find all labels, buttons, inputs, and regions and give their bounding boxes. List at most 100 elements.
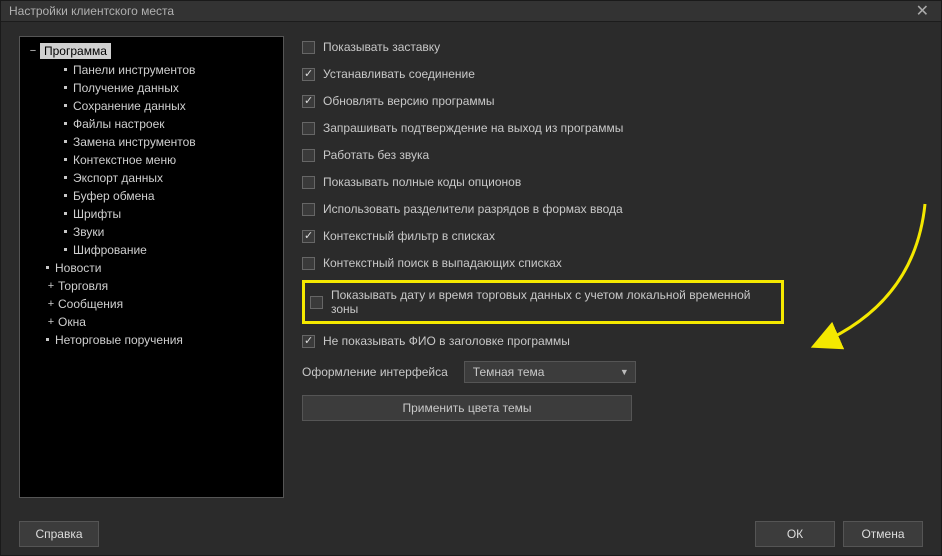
theme-label: Оформление интерфейса — [302, 365, 448, 379]
option-label: Показывать полные коды опционов — [323, 175, 521, 189]
bullet-icon — [64, 230, 67, 233]
bullet-icon — [64, 194, 67, 197]
checkbox[interactable] — [310, 296, 323, 309]
settings-tree[interactable]: − Программа Панели инструментов Получение… — [19, 36, 284, 498]
tree-label: Шрифты — [73, 207, 121, 221]
dialog-body: − Программа Панели инструментов Получение… — [1, 22, 941, 512]
button-label: ОК — [787, 527, 803, 541]
option-label: Работать без звука — [323, 148, 429, 162]
option-row[interactable]: Запрашивать подтверждение на выход из пр… — [302, 121, 927, 135]
option-row[interactable]: Устанавливать соединение — [302, 67, 927, 81]
tree-node[interactable]: Буфер обмена — [22, 187, 281, 205]
bullet-icon — [64, 68, 67, 71]
tree-label: Замена инструментов — [73, 135, 196, 149]
bullet-icon — [64, 122, 67, 125]
option-row[interactable]: Обновлять версию программы — [302, 94, 927, 108]
window-title: Настройки клиентского места — [9, 4, 174, 18]
button-label: Отмена — [861, 527, 904, 541]
option-label: Не показывать ФИО в заголовке программы — [323, 334, 570, 348]
tree-label: Сообщения — [58, 297, 123, 311]
bullet-icon — [64, 158, 67, 161]
option-label: Использовать разделители разрядов в форм… — [323, 202, 623, 216]
plus-icon[interactable]: + — [46, 316, 56, 328]
checkbox[interactable] — [302, 41, 315, 54]
tree-node[interactable]: Сохранение данных — [22, 97, 281, 115]
button-label: Применить цвета темы — [402, 401, 531, 415]
bullet-icon — [64, 212, 67, 215]
tree-node[interactable]: +Торговля — [22, 277, 281, 295]
tree-node-programma[interactable]: − Программа — [22, 41, 281, 61]
settings-dialog: Настройки клиентского места ✕ − Программ… — [0, 0, 942, 556]
bullet-icon — [46, 338, 49, 341]
tree-node[interactable]: Панели инструментов — [22, 61, 281, 79]
option-row[interactable]: Контекстный фильтр в списках — [302, 229, 927, 243]
tree-label: Окна — [58, 315, 86, 329]
tree-node[interactable]: Получение данных — [22, 79, 281, 97]
cancel-button[interactable]: Отмена — [843, 521, 923, 547]
bullet-icon — [64, 176, 67, 179]
help-button[interactable]: Справка — [19, 521, 99, 547]
minus-icon[interactable]: − — [28, 45, 38, 57]
option-label: Контекстный поиск в выпадающих списках — [323, 256, 562, 270]
option-label: Обновлять версию программы — [323, 94, 495, 108]
option-label: Контекстный фильтр в списках — [323, 229, 495, 243]
option-label: Запрашивать подтверждение на выход из пр… — [323, 121, 623, 135]
tree-node[interactable]: Экспорт данных — [22, 169, 281, 187]
titlebar: Настройки клиентского места ✕ — [1, 1, 941, 22]
option-row[interactable]: Показывать полные коды опционов — [302, 175, 927, 189]
tree-node[interactable]: Звуки — [22, 223, 281, 241]
theme-row: Оформление интерфейса Темная тема ▼ — [302, 361, 927, 383]
option-row[interactable]: Не показывать ФИО в заголовке программы — [302, 334, 927, 348]
checkbox[interactable] — [302, 122, 315, 135]
close-icon[interactable]: ✕ — [912, 1, 933, 21]
apply-theme-button[interactable]: Применить цвета темы — [302, 395, 632, 421]
checkbox[interactable] — [302, 176, 315, 189]
tree-label: Программа — [40, 43, 111, 59]
bullet-icon — [64, 104, 67, 107]
option-row[interactable]: Работать без звука — [302, 148, 927, 162]
checkbox[interactable] — [302, 95, 315, 108]
tree-node[interactable]: Шифрование — [22, 241, 281, 259]
bullet-icon — [46, 266, 49, 269]
tree-node[interactable]: Новости — [22, 259, 281, 277]
tree-node[interactable]: Файлы настроек — [22, 115, 281, 133]
tree-label: Контекстное меню — [73, 153, 176, 167]
tree-node[interactable]: +Окна — [22, 313, 281, 331]
bullet-icon — [64, 86, 67, 89]
tree-label: Экспорт данных — [73, 171, 163, 185]
checkbox[interactable] — [302, 149, 315, 162]
option-label: Показывать заставку — [323, 40, 440, 54]
tree-label: Звуки — [73, 225, 104, 239]
tree-node[interactable]: Шрифты — [22, 205, 281, 223]
option-highlighted[interactable]: Показывать дату и время торговых данных … — [302, 280, 784, 324]
checkbox[interactable] — [302, 335, 315, 348]
tree-label: Получение данных — [73, 81, 179, 95]
tree-node[interactable]: +Сообщения — [22, 295, 281, 313]
button-label: Справка — [35, 527, 82, 541]
option-row[interactable]: Контекстный поиск в выпадающих списках — [302, 256, 927, 270]
ok-button[interactable]: ОК — [755, 521, 835, 547]
tree-label: Неторговые поручения — [55, 333, 183, 347]
tree-label: Торговля — [58, 279, 108, 293]
tree-label: Новости — [55, 261, 101, 275]
option-label: Показывать дату и время торговых данных … — [331, 288, 773, 316]
tree-node[interactable]: Контекстное меню — [22, 151, 281, 169]
tree-label: Сохранение данных — [73, 99, 186, 113]
checkbox[interactable] — [302, 230, 315, 243]
tree-label: Шифрование — [73, 243, 147, 257]
tree-node[interactable]: Неторговые поручения — [22, 331, 281, 349]
bullet-icon — [64, 248, 67, 251]
checkbox[interactable] — [302, 257, 315, 270]
dialog-footer: Справка ОК Отмена — [1, 512, 941, 555]
dropdown-value: Темная тема — [473, 365, 545, 379]
option-row[interactable]: Показывать заставку — [302, 40, 927, 54]
chevron-down-icon: ▼ — [620, 367, 629, 377]
option-row[interactable]: Использовать разделители разрядов в форм… — [302, 202, 927, 216]
plus-icon[interactable]: + — [46, 298, 56, 310]
theme-dropdown[interactable]: Темная тема ▼ — [464, 361, 636, 383]
bullet-icon — [64, 140, 67, 143]
plus-icon[interactable]: + — [46, 280, 56, 292]
checkbox[interactable] — [302, 68, 315, 81]
tree-node[interactable]: Замена инструментов — [22, 133, 281, 151]
checkbox[interactable] — [302, 203, 315, 216]
